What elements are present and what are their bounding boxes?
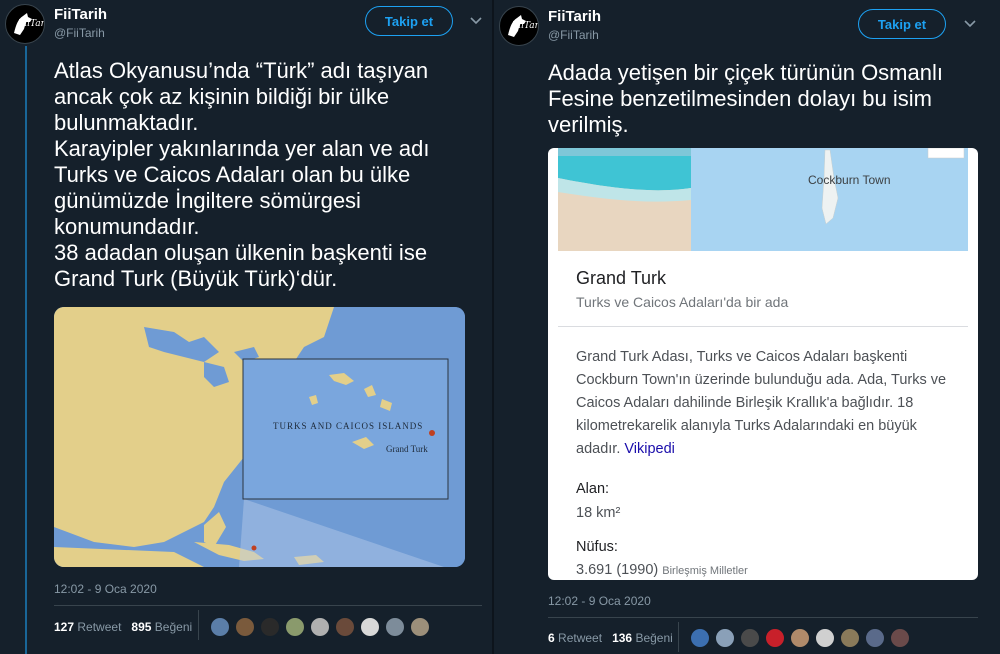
chevron-down-icon[interactable] xyxy=(964,16,976,31)
user-handle[interactable]: @FiiTarih xyxy=(54,26,105,40)
area-label: Alan: xyxy=(576,481,610,497)
area-value: 18 km² xyxy=(576,505,621,521)
liker-avatar[interactable] xyxy=(360,617,380,637)
liker-avatar[interactable] xyxy=(865,628,885,648)
avatar-text: FiiTarih xyxy=(18,19,45,29)
liker-avatar[interactable] xyxy=(260,617,280,637)
tweet-timestamp[interactable]: 12:02 - 9 Oca 2020 xyxy=(548,594,651,608)
user-name[interactable]: FiiTarih xyxy=(548,8,601,25)
left-tweet: FiiTarih FiiTarih @FiiTarih Takip et Atl… xyxy=(0,0,492,654)
thread-line xyxy=(25,46,27,654)
liker-avatar[interactable] xyxy=(210,617,230,637)
card-subtitle: Turks ve Caicos Adaları'da bir ada xyxy=(576,294,789,310)
liker-avatars xyxy=(210,617,430,637)
liker-avatar[interactable] xyxy=(285,617,305,637)
liker-avatar[interactable] xyxy=(335,617,355,637)
wikipedia-link[interactable]: Vikipedi xyxy=(624,441,675,457)
avatar-text: FiiTarih xyxy=(512,21,539,31)
avatar[interactable]: FiiTarih xyxy=(499,6,539,46)
divider xyxy=(548,617,978,618)
tweet-text: Atlas Okyanusu’nda “Türk” adı taşıyan an… xyxy=(54,58,430,291)
liker-avatar[interactable] xyxy=(235,617,255,637)
capital-label: Grand Turk xyxy=(386,444,428,454)
user-name[interactable]: FiiTarih xyxy=(54,6,107,23)
liker-avatar[interactable] xyxy=(740,628,760,648)
card-title: Grand Turk xyxy=(576,268,667,288)
population-label: Nüfus: xyxy=(576,539,618,555)
population-value: 3.691 (1990) xyxy=(576,562,659,578)
card-description: Grand Turk Adası, Turks ve Caicos Adalar… xyxy=(576,346,956,461)
card-divider xyxy=(558,326,968,327)
likes-count[interactable]: 895 xyxy=(131,620,151,634)
liker-avatar[interactable] xyxy=(715,628,735,648)
liker-avatars xyxy=(690,628,910,648)
liker-avatar[interactable] xyxy=(765,628,785,648)
liker-avatar[interactable] xyxy=(840,628,860,648)
beach-and-map xyxy=(558,148,968,251)
islands-label: TURKS AND CAICOS ISLANDS xyxy=(273,421,424,431)
follow-button[interactable]: Takip et xyxy=(365,6,453,36)
retweets-count[interactable]: 6 xyxy=(548,631,555,645)
likes-count[interactable]: 136 xyxy=(612,631,632,645)
chevron-down-icon[interactable] xyxy=(470,13,482,28)
liker-avatar[interactable] xyxy=(890,628,910,648)
retweets-label[interactable]: Retweet xyxy=(77,620,121,634)
divider xyxy=(54,605,482,606)
knowledge-card-image[interactable]: Cockburn Town Grand Turk Turks ve Caicos… xyxy=(548,148,978,580)
tweet-text: Adada yetişen bir çiçek türünün Osmanlı … xyxy=(548,60,943,137)
user-handle[interactable]: @FiiTarih xyxy=(548,28,599,42)
retweets-count[interactable]: 127 xyxy=(54,620,74,634)
likes-label[interactable]: Beğeni xyxy=(635,631,672,645)
stats-divider xyxy=(198,610,199,640)
tweet-stats: 6 Retweet 136 Beğeni xyxy=(548,631,673,645)
likes-label[interactable]: Beğeni xyxy=(155,620,192,634)
population-source: Birleşmiş Milletler xyxy=(662,565,748,577)
liker-avatar[interactable] xyxy=(310,617,330,637)
tweet-map-image[interactable]: TURKS AND CAICOS ISLANDS Grand Turk xyxy=(54,307,465,567)
retweets-label[interactable]: Retweet xyxy=(558,631,602,645)
map-town-label: Cockburn Town xyxy=(808,173,891,187)
liker-avatar[interactable] xyxy=(815,628,835,648)
follow-button[interactable]: Takip et xyxy=(858,9,946,39)
liker-avatar[interactable] xyxy=(790,628,810,648)
liker-avatar[interactable] xyxy=(410,617,430,637)
avatar[interactable]: FiiTarih xyxy=(5,4,45,44)
north-america-map xyxy=(54,307,465,567)
population-value-row: 3.691 (1990) Birleşmiş Milletler xyxy=(576,562,748,578)
stats-divider xyxy=(678,622,679,652)
liker-avatar[interactable] xyxy=(690,628,710,648)
liker-avatar[interactable] xyxy=(385,617,405,637)
card-header-images: Cockburn Town xyxy=(558,148,968,251)
tweet-timestamp[interactable]: 12:02 - 9 Oca 2020 xyxy=(54,582,157,596)
tweet-stats: 127 Retweet 895 Beğeni xyxy=(54,620,192,634)
